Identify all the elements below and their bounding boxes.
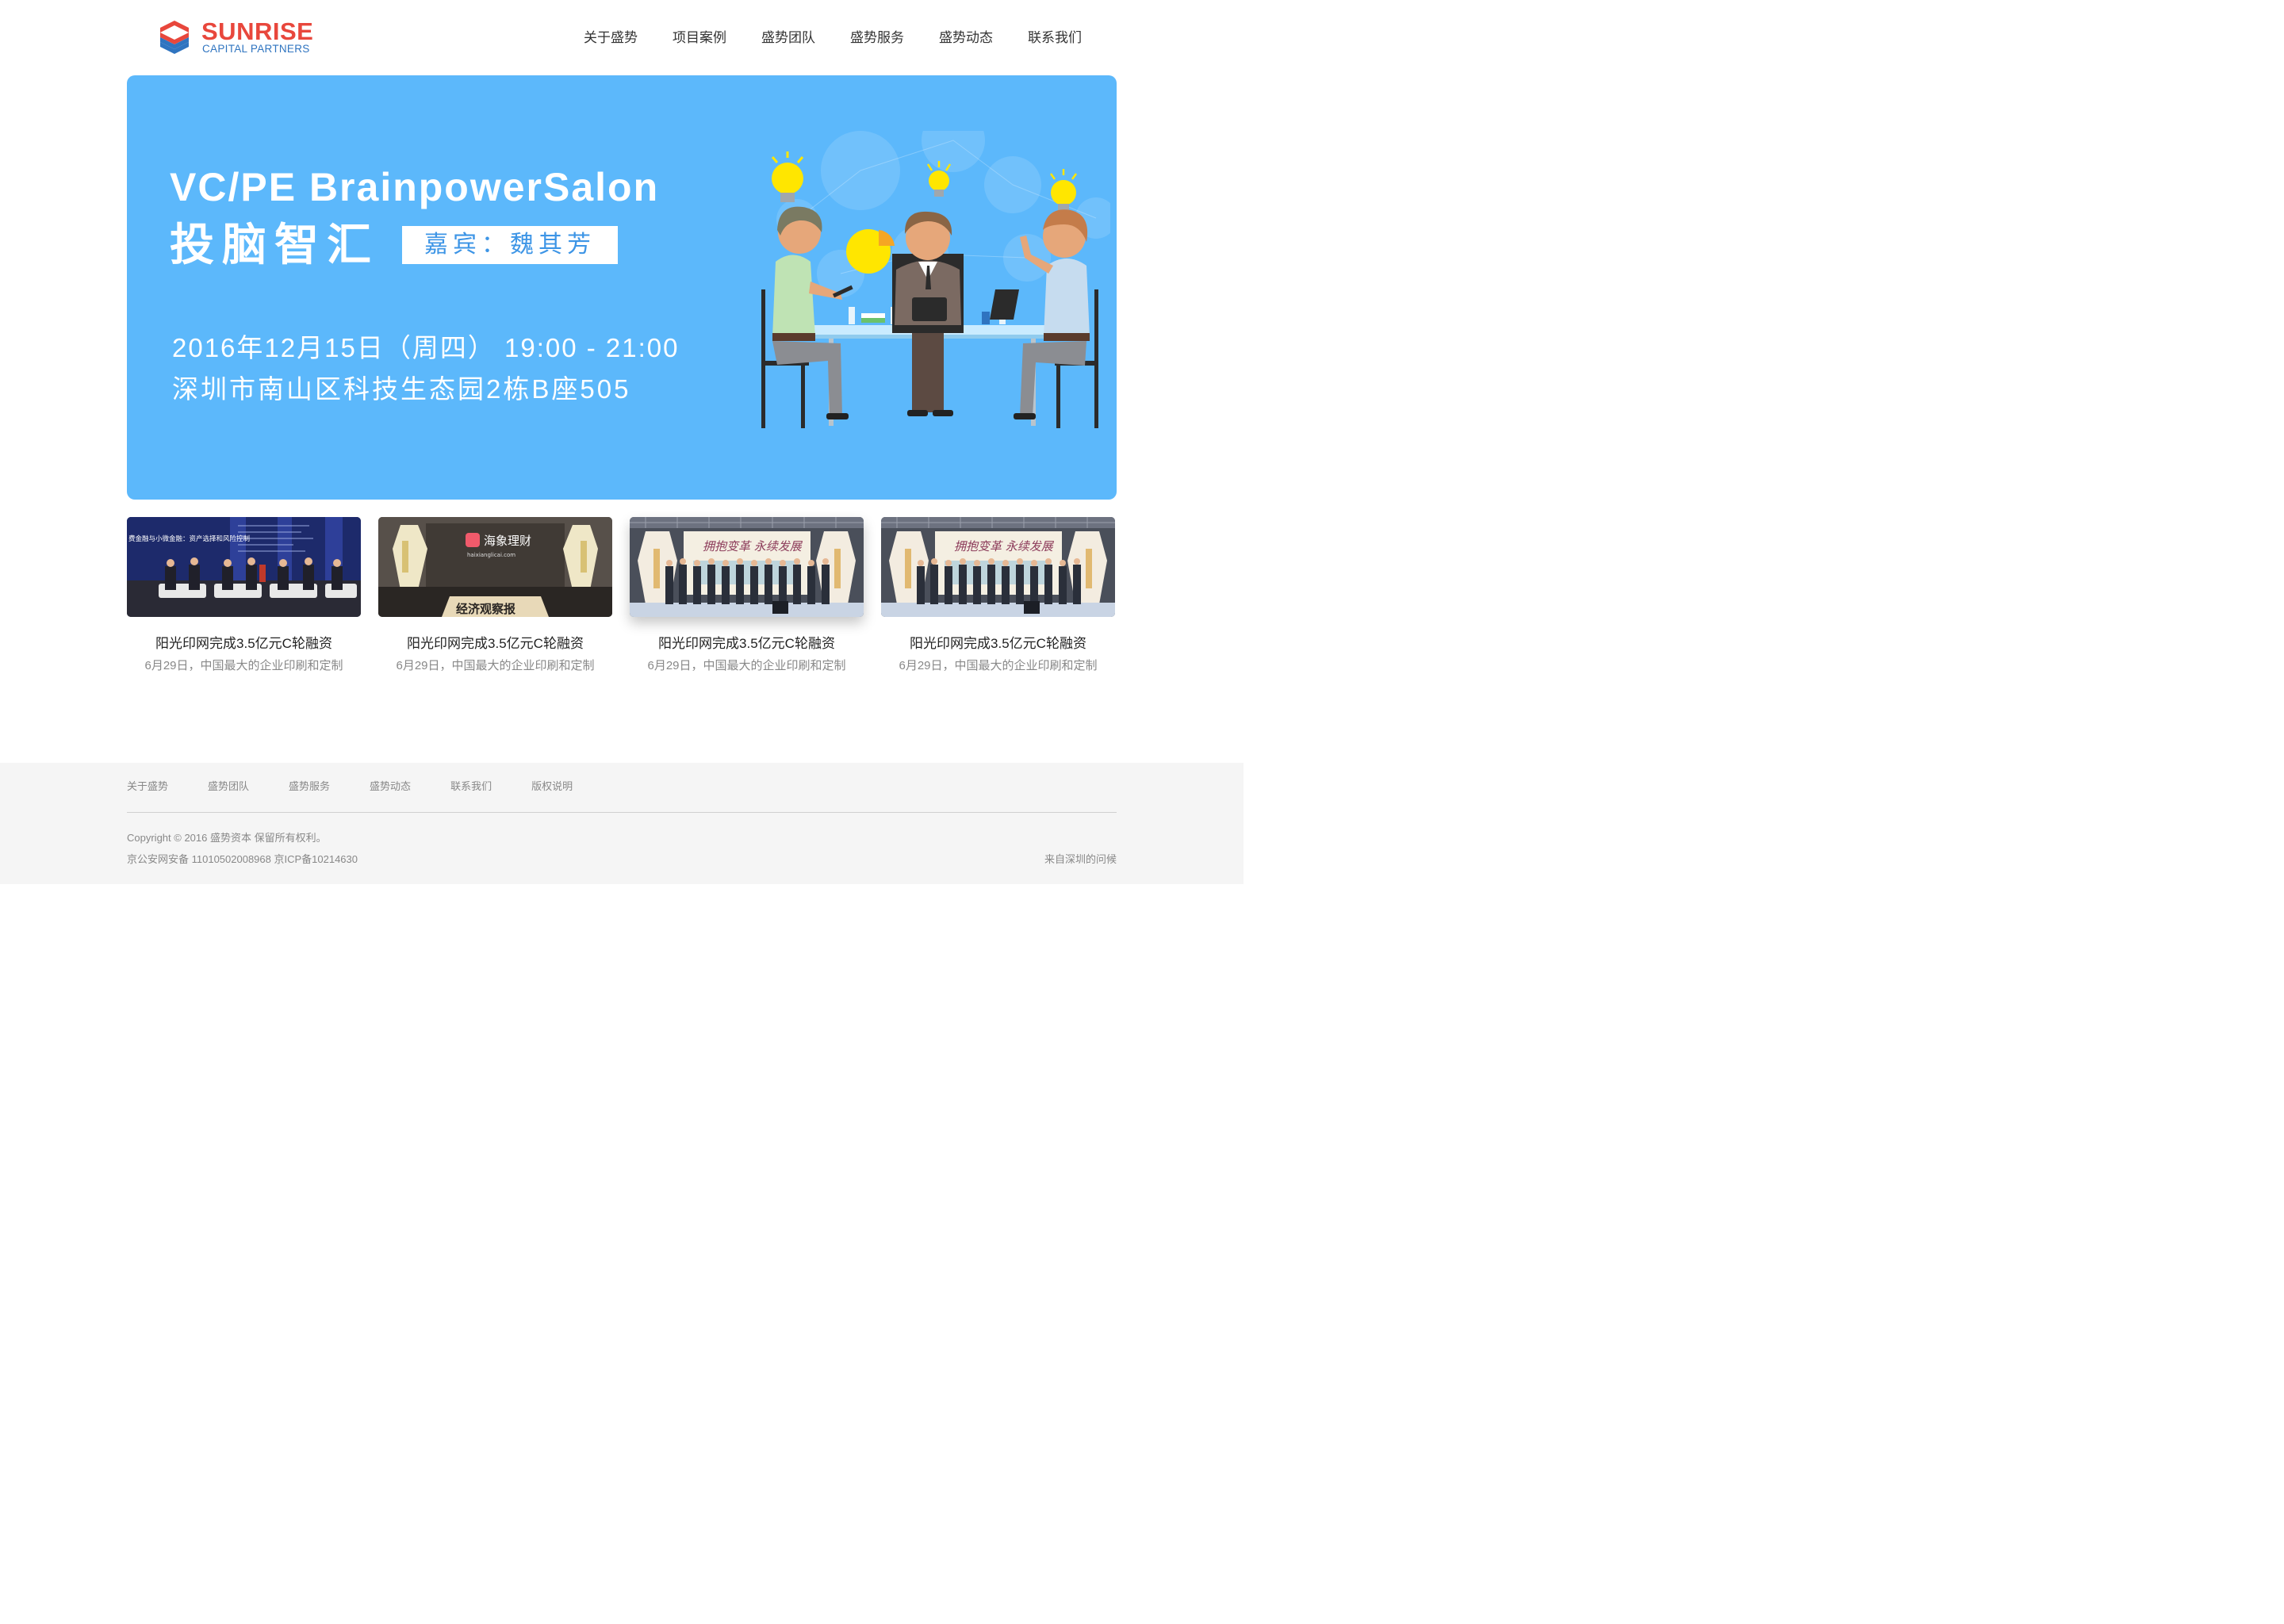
news-card[interactable]: 拥抱变革 永续发展 阳光印网完成3.5亿元C轮融资 6月29日，中国最大的企业印… — [630, 517, 864, 674]
header: SUNRISE CAPITAL PARTNERS 关于盛势 项目案例 盛势团队 … — [0, 0, 1244, 75]
news-photo-forum[interactable]: 费金融与小微金融：资产选择和风险控制 — [127, 517, 361, 617]
icp-text: 京公安网安备 11010502008968 京ICP备10214630 — [127, 853, 358, 865]
footer-nav: 关于盛势 盛势团队 盛势服务 盛势动态 联系我们 版权说明 — [127, 779, 612, 794]
news-card[interactable]: 费金融与小微金融：资产选择和风险控制 阳光印网完成3.5亿元C轮融资 6月29日… — [127, 517, 361, 674]
news-desc: 6月29日，中国最大的企业印刷和定制 — [647, 659, 846, 672]
stage-banner-text: 拥抱变革 永续发展 — [954, 539, 1055, 553]
sponsor-name-text: 海象理财 — [484, 534, 531, 548]
greeting-text: 来自深圳的问候 — [1044, 853, 1117, 865]
hero-banner[interactable]: VC/PE BrainpowerSalon 投脑智汇 嘉宾：魏其芳 2016年1… — [127, 75, 1117, 500]
news-photo-sponsor[interactable]: 海象理财 haixianglicai.com 经济观察报 — [378, 517, 612, 617]
news-title[interactable]: 阳光印网完成3.5亿元C轮融资 — [630, 635, 864, 653]
banner-datetime: 2016年12月15日（周四） 19:00 - 21:00 — [172, 333, 680, 362]
news-cards: 费金融与小微金融：资产选择和风险控制 阳光印网完成3.5亿元C轮融资 6月29日… — [127, 517, 1117, 684]
nav-item-projects[interactable]: 项目案例 — [673, 29, 726, 48]
footer-link-team[interactable]: 盛势团队 — [208, 779, 249, 794]
news-card[interactable]: 拥抱变革 永续发展 阳光印网完成3.5亿元C轮融资 6月29日，中国最大的企业印… — [881, 517, 1115, 674]
sponsor-url-text: haixianglicai.com — [467, 552, 515, 558]
forum-banner-text: 费金融与小微金融：资产选择和风险控制 — [128, 534, 250, 543]
nav-item-services[interactable]: 盛势服务 — [850, 29, 904, 48]
news-desc: 6月29日，中国最大的企业印刷和定制 — [144, 659, 343, 672]
news-photo-stage[interactable]: 拥抱变革 永续发展 — [630, 517, 864, 617]
newspaper-text: 经济观察报 — [456, 602, 515, 616]
footer-link-about[interactable]: 关于盛势 — [127, 779, 168, 794]
nav-item-contact[interactable]: 联系我们 — [1028, 29, 1082, 48]
footer-link-services[interactable]: 盛势服务 — [289, 779, 330, 794]
meeting-illustration — [761, 131, 1110, 428]
footer: 关于盛势 盛势团队 盛势服务 盛势动态 联系我们 版权说明 Copyright … — [0, 763, 1244, 884]
logo-subtitle: CAPITAL PARTNERS — [202, 43, 310, 55]
main-nav: 关于盛势 项目案例 盛势团队 盛势服务 盛势动态 联系我们 — [549, 29, 1082, 48]
footer-link-copyright[interactable]: 版权说明 — [531, 779, 573, 794]
footer-link-news[interactable]: 盛势动态 — [370, 779, 411, 794]
guest-label: 嘉宾：魏其芳 — [402, 226, 618, 264]
stage-banner-text: 拥抱变革 永续发展 — [703, 539, 803, 553]
nav-item-team[interactable]: 盛势团队 — [761, 29, 815, 48]
news-title[interactable]: 阳光印网完成3.5亿元C轮融资 — [127, 635, 361, 653]
footer-divider — [127, 812, 1117, 813]
news-title[interactable]: 阳光印网完成3.5亿元C轮融资 — [881, 635, 1115, 653]
logo[interactable]: SUNRISE CAPITAL PARTNERS — [159, 17, 317, 59]
banner-title-en: VC/PE BrainpowerSalon — [170, 165, 660, 209]
news-desc: 6月29日，中国最大的企业印刷和定制 — [899, 659, 1098, 672]
copyright-text: Copyright © 2016 盛势资本 保留所有权利。 — [127, 832, 327, 844]
logo-name: SUNRISE — [201, 17, 314, 45]
lightbulb-icon — [771, 151, 804, 202]
banner-title-cn: 投脑智汇 — [170, 220, 379, 270]
news-title[interactable]: 阳光印网完成3.5亿元C轮融资 — [378, 635, 612, 653]
footer-link-contact[interactable]: 联系我们 — [450, 779, 492, 794]
banner-address: 深圳市南山区科技生态园2栋B座505 — [172, 374, 631, 404]
nav-item-about[interactable]: 关于盛势 — [584, 29, 638, 48]
news-desc: 6月29日，中国最大的企业印刷和定制 — [396, 659, 595, 672]
logo-mark-icon — [160, 21, 189, 54]
news-card[interactable]: 海象理财 haixianglicai.com 经济观察报 阳光印网完成3.5亿元… — [378, 517, 612, 674]
news-photo-stage[interactable]: 拥抱变革 永续发展 — [881, 517, 1115, 617]
nav-item-news[interactable]: 盛势动态 — [939, 29, 993, 48]
